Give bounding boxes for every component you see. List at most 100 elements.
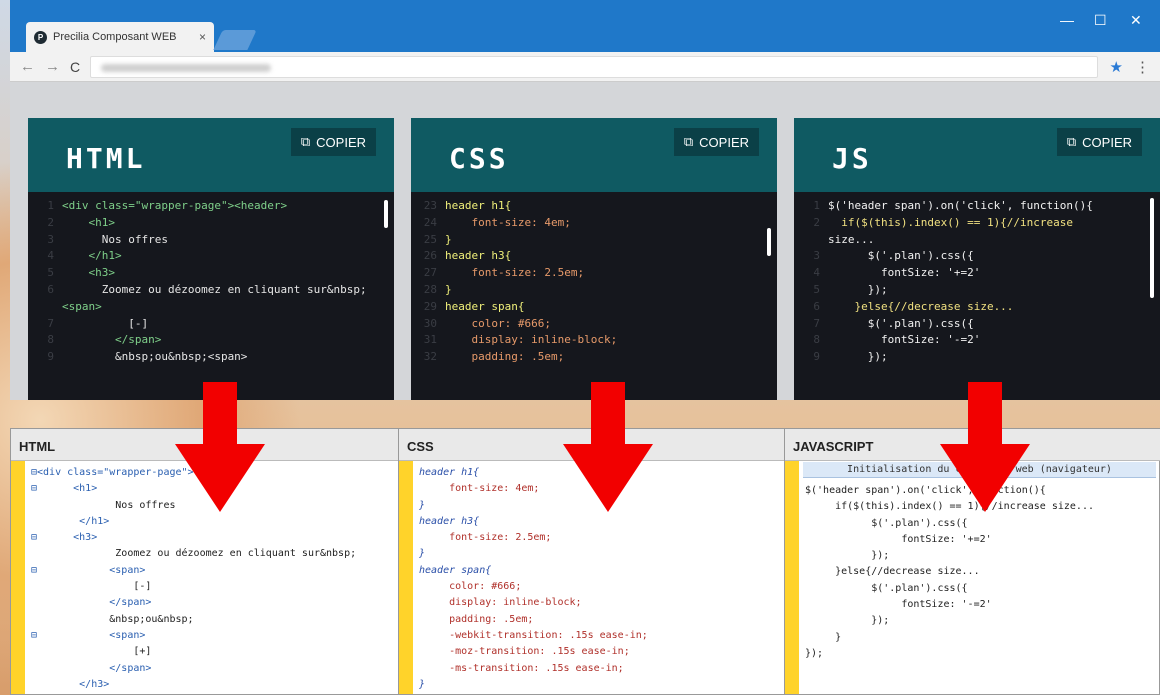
editor-line: font-size: 2.5em; xyxy=(419,532,552,544)
bookmark-star-icon[interactable]: ★ xyxy=(1110,58,1123,76)
line-number: 3 xyxy=(813,249,820,263)
browser-tab[interactable]: P Precilia Composant WEB × xyxy=(26,22,214,52)
code-text: <h3> xyxy=(62,266,115,280)
editor-line: } xyxy=(419,548,426,560)
code-block: 1 <div class="wrapper-page"><header> 2 <h1… xyxy=(28,192,394,400)
line-number: 2 xyxy=(813,215,820,229)
card-title: HTML xyxy=(66,142,146,175)
code-line: 4 </h1> xyxy=(28,248,394,265)
line-number: 2 xyxy=(47,215,54,229)
line-number: 8 xyxy=(47,333,54,347)
code-text: &nbsp;ou&nbsp;<span> xyxy=(62,350,248,364)
line-number: 6 xyxy=(47,282,54,296)
close-window-button[interactable]: ✕ xyxy=(1130,12,1142,29)
page-content: HTML ⧉ COPIER 1 <div class="wrapper-page">… xyxy=(10,82,1160,400)
editor-line: [+] xyxy=(31,646,152,658)
code-line: 4 fontSize: '+=2' xyxy=(794,265,1160,282)
code-text: display: inline-block; xyxy=(445,333,618,347)
editor-line: header h3{ xyxy=(419,515,480,527)
line-number: 26 xyxy=(423,249,437,263)
code-text: }); xyxy=(828,282,888,296)
copy-button[interactable]: ⧉ COPIER xyxy=(673,128,759,156)
editor-line: display: inline-block; xyxy=(419,597,582,609)
reload-icon[interactable]: C xyxy=(70,59,80,75)
line-number: 9 xyxy=(813,350,820,364)
code-line: 5 <h3> xyxy=(28,265,394,282)
code-line: 5 }); xyxy=(794,282,1160,299)
code-text: fontSize: '+=2' xyxy=(828,266,981,280)
line-number: 24 xyxy=(423,215,437,229)
editor-line: } xyxy=(805,631,842,643)
title-bar: P Precilia Composant WEB × — ☐ ✕ xyxy=(10,0,1160,52)
code-line: 30 color: #666; xyxy=(411,316,777,333)
url-input[interactable] xyxy=(90,55,1098,78)
line-number: 5 xyxy=(47,266,54,280)
code-line: 24 font-size: 4em; xyxy=(411,215,777,232)
code-text: Zoomez ou dézoomez en cliquant sur&nbsp; xyxy=(62,282,367,296)
scrollbar[interactable] xyxy=(384,200,388,228)
code-text: padding: .5em; xyxy=(445,350,565,364)
js-card: JS ⧉ COPIER 1 $('header span').on('click',… xyxy=(794,118,1160,400)
code-line: 9 }); xyxy=(794,349,1160,366)
editor-line: }); xyxy=(805,550,890,562)
code-text: fontSize: '-=2' xyxy=(828,333,981,347)
maximize-button[interactable]: ☐ xyxy=(1094,12,1107,29)
code-text: }else{//decrease size... xyxy=(828,299,1014,313)
new-tab-button[interactable] xyxy=(213,30,257,50)
line-number: 5 xyxy=(813,282,820,296)
copy-icon: ⧉ xyxy=(683,134,694,149)
editor-line: -moz-transition: .15s ease-in; xyxy=(419,646,630,658)
editor-line: }); xyxy=(805,647,824,659)
code-text: font-size: 2.5em; xyxy=(445,266,585,280)
copy-button[interactable]: ⧉ COPIER xyxy=(1056,128,1142,156)
code-line: 2 if($(this).index() == 1){//increase xyxy=(794,215,1160,232)
code-block: 23 header h1{24 font-size: 4em; 25} 26 heade… xyxy=(411,192,777,400)
tab-close-icon[interactable]: × xyxy=(199,30,206,44)
code-text: Nos offres xyxy=(62,232,168,246)
code-line: size... xyxy=(794,232,1160,249)
down-arrow-icon xyxy=(563,382,653,512)
code-line: 31 display: inline-block; xyxy=(411,332,777,349)
code-line: 1 $('header span').on('click', function()… xyxy=(794,198,1160,215)
minimize-button[interactable]: — xyxy=(1060,12,1074,28)
editor-line: </span> xyxy=(31,662,152,674)
code-text: <span> xyxy=(62,299,102,313)
code-line: 23 header h1{ xyxy=(411,198,777,215)
editor-line: </span> xyxy=(31,597,152,609)
browser-menu-icon[interactable]: ⋮ xyxy=(1135,58,1150,76)
line-number: 3 xyxy=(47,232,54,246)
favicon-icon: P xyxy=(34,30,47,44)
line-number: 6 xyxy=(813,299,820,313)
code-line: 29 header span{ xyxy=(411,299,777,316)
scrollbar[interactable] xyxy=(767,228,771,256)
editor-line: header span{ xyxy=(419,564,492,576)
editor-line: Zoomez ou dézoomez en cliquant sur&nbsp; xyxy=(31,548,357,560)
scrollbar[interactable] xyxy=(1150,198,1154,298)
line-number: 30 xyxy=(423,316,437,330)
card-title: CSS xyxy=(449,142,509,175)
editor-line: ⊟ <h3> xyxy=(31,532,98,544)
editor-line: }else{//decrease size... xyxy=(805,566,980,578)
line-number xyxy=(28,299,62,316)
copy-label: COPIER xyxy=(1082,134,1132,150)
down-arrow-icon xyxy=(940,382,1030,512)
card-title: JS xyxy=(832,142,872,175)
forward-icon[interactable]: → xyxy=(45,58,60,75)
back-icon[interactable]: ← xyxy=(20,58,35,75)
code-text: [-] xyxy=(62,316,149,330)
editor-line: -webkit-transition: .15s ease-in; xyxy=(419,629,648,641)
gutter xyxy=(11,461,25,694)
code-text: font-size: 4em; xyxy=(445,215,571,229)
code-text: $('header span').on('click', function(){ xyxy=(828,199,1093,212)
code-text: } xyxy=(445,232,452,246)
line-number: 25 xyxy=(423,232,437,246)
copy-button[interactable]: ⧉ COPIER xyxy=(290,128,376,156)
code-line: 7 $('.plan').css({ xyxy=(794,316,1160,333)
code-line: 2 <h1> xyxy=(28,215,394,232)
line-number: 1 xyxy=(47,199,54,212)
code-text: <h1> xyxy=(62,215,115,229)
browser-window: P Precilia Composant WEB × — ☐ ✕ ← → C ★… xyxy=(10,0,1160,400)
copy-label: COPIER xyxy=(699,134,749,150)
editor-line: ⊟ <span> xyxy=(31,564,146,576)
code-line: 26 header h3{ xyxy=(411,248,777,265)
